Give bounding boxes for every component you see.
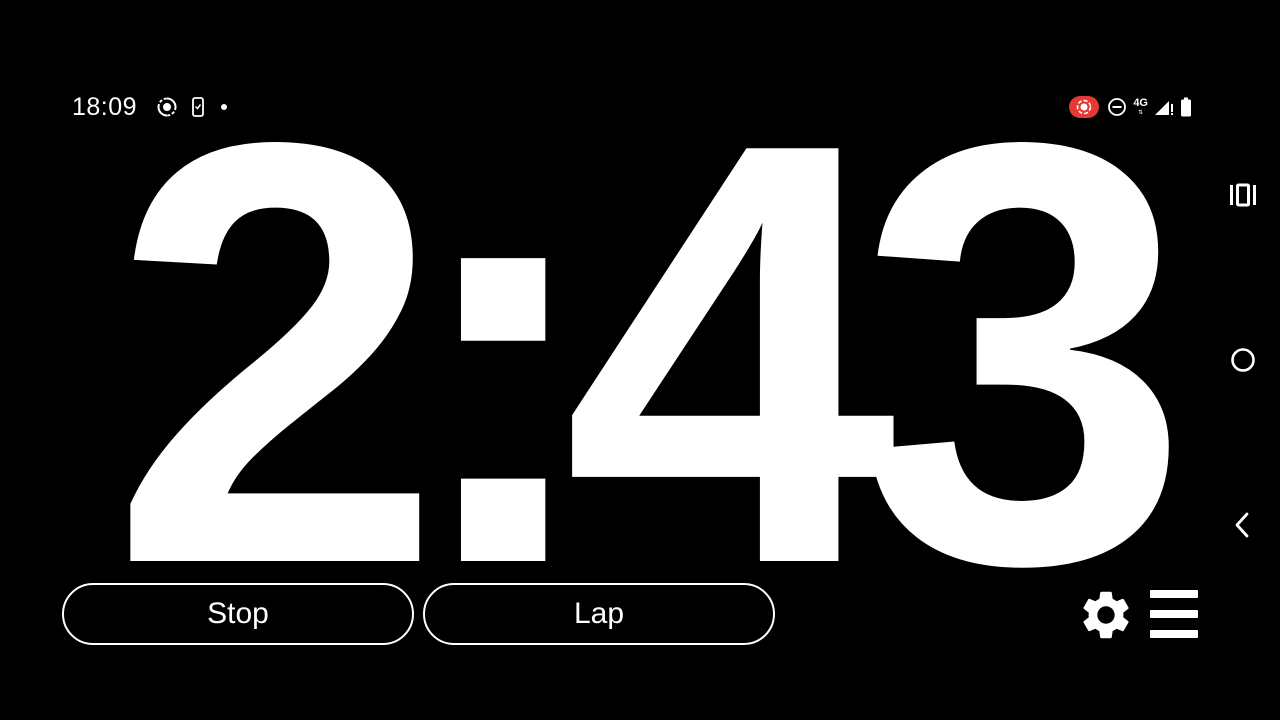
menu-bar-middle xyxy=(1150,610,1198,618)
stopwatch-screen: 18:09 4G ⇅ 2:43 Stop Lap xyxy=(0,0,1280,720)
menu-button[interactable] xyxy=(1150,590,1202,638)
lap-button[interactable]: Lap xyxy=(423,583,775,645)
settings-button[interactable] xyxy=(1076,585,1136,645)
back-button[interactable] xyxy=(1214,496,1272,554)
hamburger-menu-icon xyxy=(1150,590,1198,598)
home-icon xyxy=(1231,348,1255,372)
home-button[interactable] xyxy=(1214,331,1272,389)
back-icon xyxy=(1235,512,1249,538)
recent-apps-button[interactable] xyxy=(1214,166,1272,224)
stop-button[interactable]: Stop xyxy=(62,583,414,645)
recent-apps-icon xyxy=(1230,183,1256,207)
menu-bar-bottom xyxy=(1150,630,1198,638)
navigation-bar xyxy=(1214,160,1272,560)
gear-icon xyxy=(1083,591,1129,639)
timer-display: 2:43 xyxy=(109,19,1191,689)
